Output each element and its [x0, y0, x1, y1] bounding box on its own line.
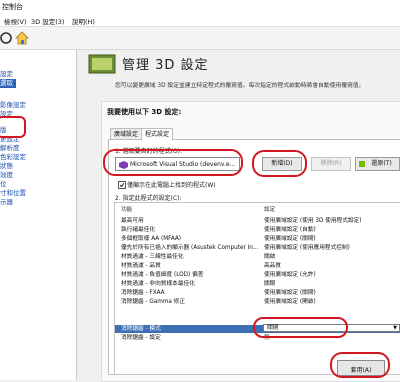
3d-settings-icon [88, 54, 116, 74]
panel-title: 我要使用以下 3D 設定: [107, 108, 182, 116]
row-setting: 高品質 [264, 263, 282, 269]
row-feature: 執行緒最佳化 [121, 227, 156, 233]
red-annotation-add [252, 150, 307, 177]
tab-program-settings[interactable]: 程式設定 [141, 128, 174, 141]
menu-help[interactable]: 說明(H) [72, 16, 95, 26]
table-row[interactable]: 執行緒最佳化 使用廣域設定 (自動) [115, 226, 400, 234]
table-row[interactable]: 消除鋸齒 - Gamma 修正 使用廣域設定 (開啟) [115, 298, 400, 306]
row-setting: 使用廣域設定 (關閉) [264, 290, 316, 296]
header-feature: 功能 [121, 207, 133, 213]
row-feature: 多個框取樣 AA (MFAA) [121, 236, 182, 242]
nvidia-icon [359, 161, 365, 167]
page-title: 管理 3D 設定 [122, 58, 209, 73]
page-header: 管理 3D 設定 [88, 52, 400, 76]
tree-item-display[interactable]: 示器 [0, 198, 13, 207]
settings-table: 功能 設定 最高可用 使用廣域設定 (使用 3D 使用程式設定) 執行緒最佳化 使用… [114, 202, 400, 375]
row-feature: 消除鋸齒 - Gamma 修正 [121, 299, 186, 305]
table-row[interactable]: 材質過濾 - 非向質樣本最佳化 關閉 [115, 280, 400, 288]
menu-3d-settings[interactable]: 3D 設定(3) [31, 16, 64, 26]
row-setting: 使用廣域設定 (自動) [264, 227, 316, 233]
red-annotation-program [103, 149, 243, 176]
row-setting: 使用廣域設定 (關閉) [264, 236, 316, 242]
tree-item-resolution[interactable]: 解析度 [0, 144, 20, 153]
table-row[interactable]: 材質過濾 - 三線性最佳化 關啟 [115, 253, 400, 261]
page-description: 您可以變更廣域 3D 設定並建立特定程式的覆寫值。每次指定的程式啟動時將會自動使… [115, 83, 365, 89]
header-setting: 設定 [264, 207, 276, 213]
tree-item-effect[interactable]: 效度 [0, 171, 13, 180]
red-annotation-dropdown [253, 317, 348, 338]
row-setting: 使用廣域設定 (使用 3D 使用程式設定) [264, 218, 362, 224]
red-annotation-apply [330, 352, 390, 378]
tree-item-settings[interactable]: 設定 [0, 70, 13, 79]
chevron-down-icon: ▼ [393, 325, 397, 331]
navigation-tree: 設定 選取 影像設定 設定 版 更設定 解析度 色彩設定 狀態 效度 位 寸和位… [0, 50, 77, 380]
window-title: 控制台 [2, 3, 23, 11]
table-row[interactable]: 最高可用 使用廣域設定 (使用 3D 使用程式設定) [115, 217, 400, 225]
row-feature: 材質過濾 - 負值細度 (LOD) 偏差 [121, 272, 204, 278]
tree-item-size-position[interactable]: 寸和位置 [0, 189, 26, 198]
tree-item-selected[interactable]: 選取 [0, 79, 16, 88]
tree-item-position[interactable]: 位 [0, 180, 7, 189]
row-feature: 消除鋸齒 - 模式 [121, 326, 161, 332]
remove-button[interactable]: 移除(R) [311, 157, 351, 171]
table-row[interactable]: 優先於所有已插入的顯示器 (Asustek Computer In... 使用廣域… [115, 244, 400, 252]
row-feature: 消除鋸齒 - FXAA [121, 290, 165, 296]
row-feature: 優先於所有已插入的顯示器 (Asustek Computer In... [121, 245, 259, 251]
tree-item-status[interactable]: 狀態 [0, 162, 13, 171]
table-header: 功能 設定 [115, 206, 400, 214]
step2-label: 2. 指定此程式的設定(C): [115, 195, 182, 202]
restore-button[interactable]: 還原(T) [355, 157, 400, 171]
row-setting: 使用廣域設定 (允許) [264, 272, 316, 278]
row-feature: 材質過濾 - 三線性最佳化 [121, 254, 184, 260]
row-feature: 最高可用 [121, 218, 144, 224]
tree-item-image-settings[interactable]: 影像設定 [0, 101, 26, 110]
toolbar [0, 27, 400, 50]
menu-bar: 檢視(V) 3D 設定(3) 說明(H) [0, 14, 400, 27]
show-found-programs-checkbox[interactable] [118, 181, 126, 189]
table-row[interactable]: 材質過濾 - 品質 高品質 [115, 262, 400, 270]
row-setting: 使用廣域設定 (使用應用程式控制) [264, 245, 350, 251]
table-row[interactable]: 材質過濾 - 負值細度 (LOD) 偏差 使用廣域設定 (允許) [115, 271, 400, 279]
row-feature: 材質過濾 - 品質 [121, 263, 161, 269]
row-setting: 關啟 [264, 254, 276, 260]
row-setting: 關閉 [264, 281, 276, 287]
restore-label: 還原(T) [371, 160, 392, 167]
check-icon [119, 182, 125, 188]
row-feature: 材質過濾 - 非向質樣本最佳化 [121, 281, 195, 287]
row-setting: 使用廣域設定 (開啟) [264, 299, 316, 305]
tree-item-color-settings[interactable]: 色彩設定 [0, 153, 26, 162]
red-annotation-tree [0, 116, 26, 138]
row-feature: 消除鋸齒 - 設定 [121, 335, 161, 341]
table-row[interactable]: 多個框取樣 AA (MFAA) 使用廣域設定 (關閉) [115, 235, 400, 243]
checkbox-label: 僅顯示在此電腦上找到的程式(W) [127, 182, 216, 189]
home-icon[interactable] [14, 30, 30, 46]
menu-view[interactable]: 檢視(V) [4, 16, 27, 26]
table-row[interactable]: 消除鋸齒 - FXAA 使用廣域設定 (關閉) [115, 289, 400, 297]
title-bar: 控制台 [0, 0, 400, 14]
